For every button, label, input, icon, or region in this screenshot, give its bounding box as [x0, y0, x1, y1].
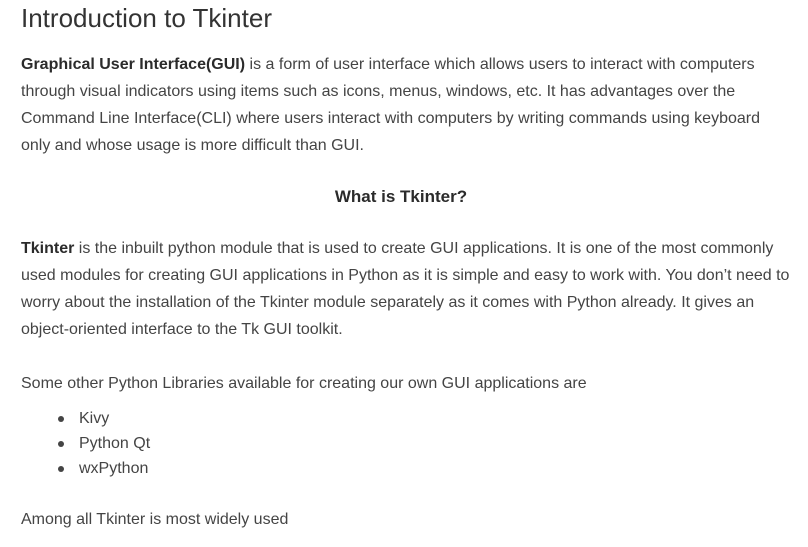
tkinter-paragraph: Tkinter is the inbuilt python module tha…: [21, 235, 791, 343]
list-item-label: Python Qt: [79, 435, 151, 452]
bullet-icon: [58, 466, 64, 472]
tkinter-text: is the inbuilt python module that is use…: [21, 240, 790, 338]
list-item: Kivy: [58, 406, 150, 431]
libraries-intro: Some other Python Libraries available fo…: [21, 375, 587, 392]
bullet-icon: [58, 441, 64, 447]
list-item-label: Kivy: [79, 410, 110, 427]
bullet-icon: [58, 416, 64, 422]
intro-paragraph: Graphical User Interface(GUI) is a form …: [21, 51, 791, 159]
closing-paragraph: Among all Tkinter is most widely used: [21, 511, 289, 528]
list-item-label: wxPython: [79, 460, 149, 477]
tkinter-term: Tkinter: [21, 240, 75, 257]
libraries-list: Kivy Python Qt wxPython: [58, 406, 150, 481]
section-heading: What is Tkinter?: [334, 187, 468, 206]
list-item: Python Qt: [58, 431, 150, 456]
list-item: wxPython: [58, 456, 150, 481]
page-title: Introduction to Tkinter: [21, 3, 272, 33]
gui-term: Graphical User Interface(GUI): [21, 56, 246, 73]
